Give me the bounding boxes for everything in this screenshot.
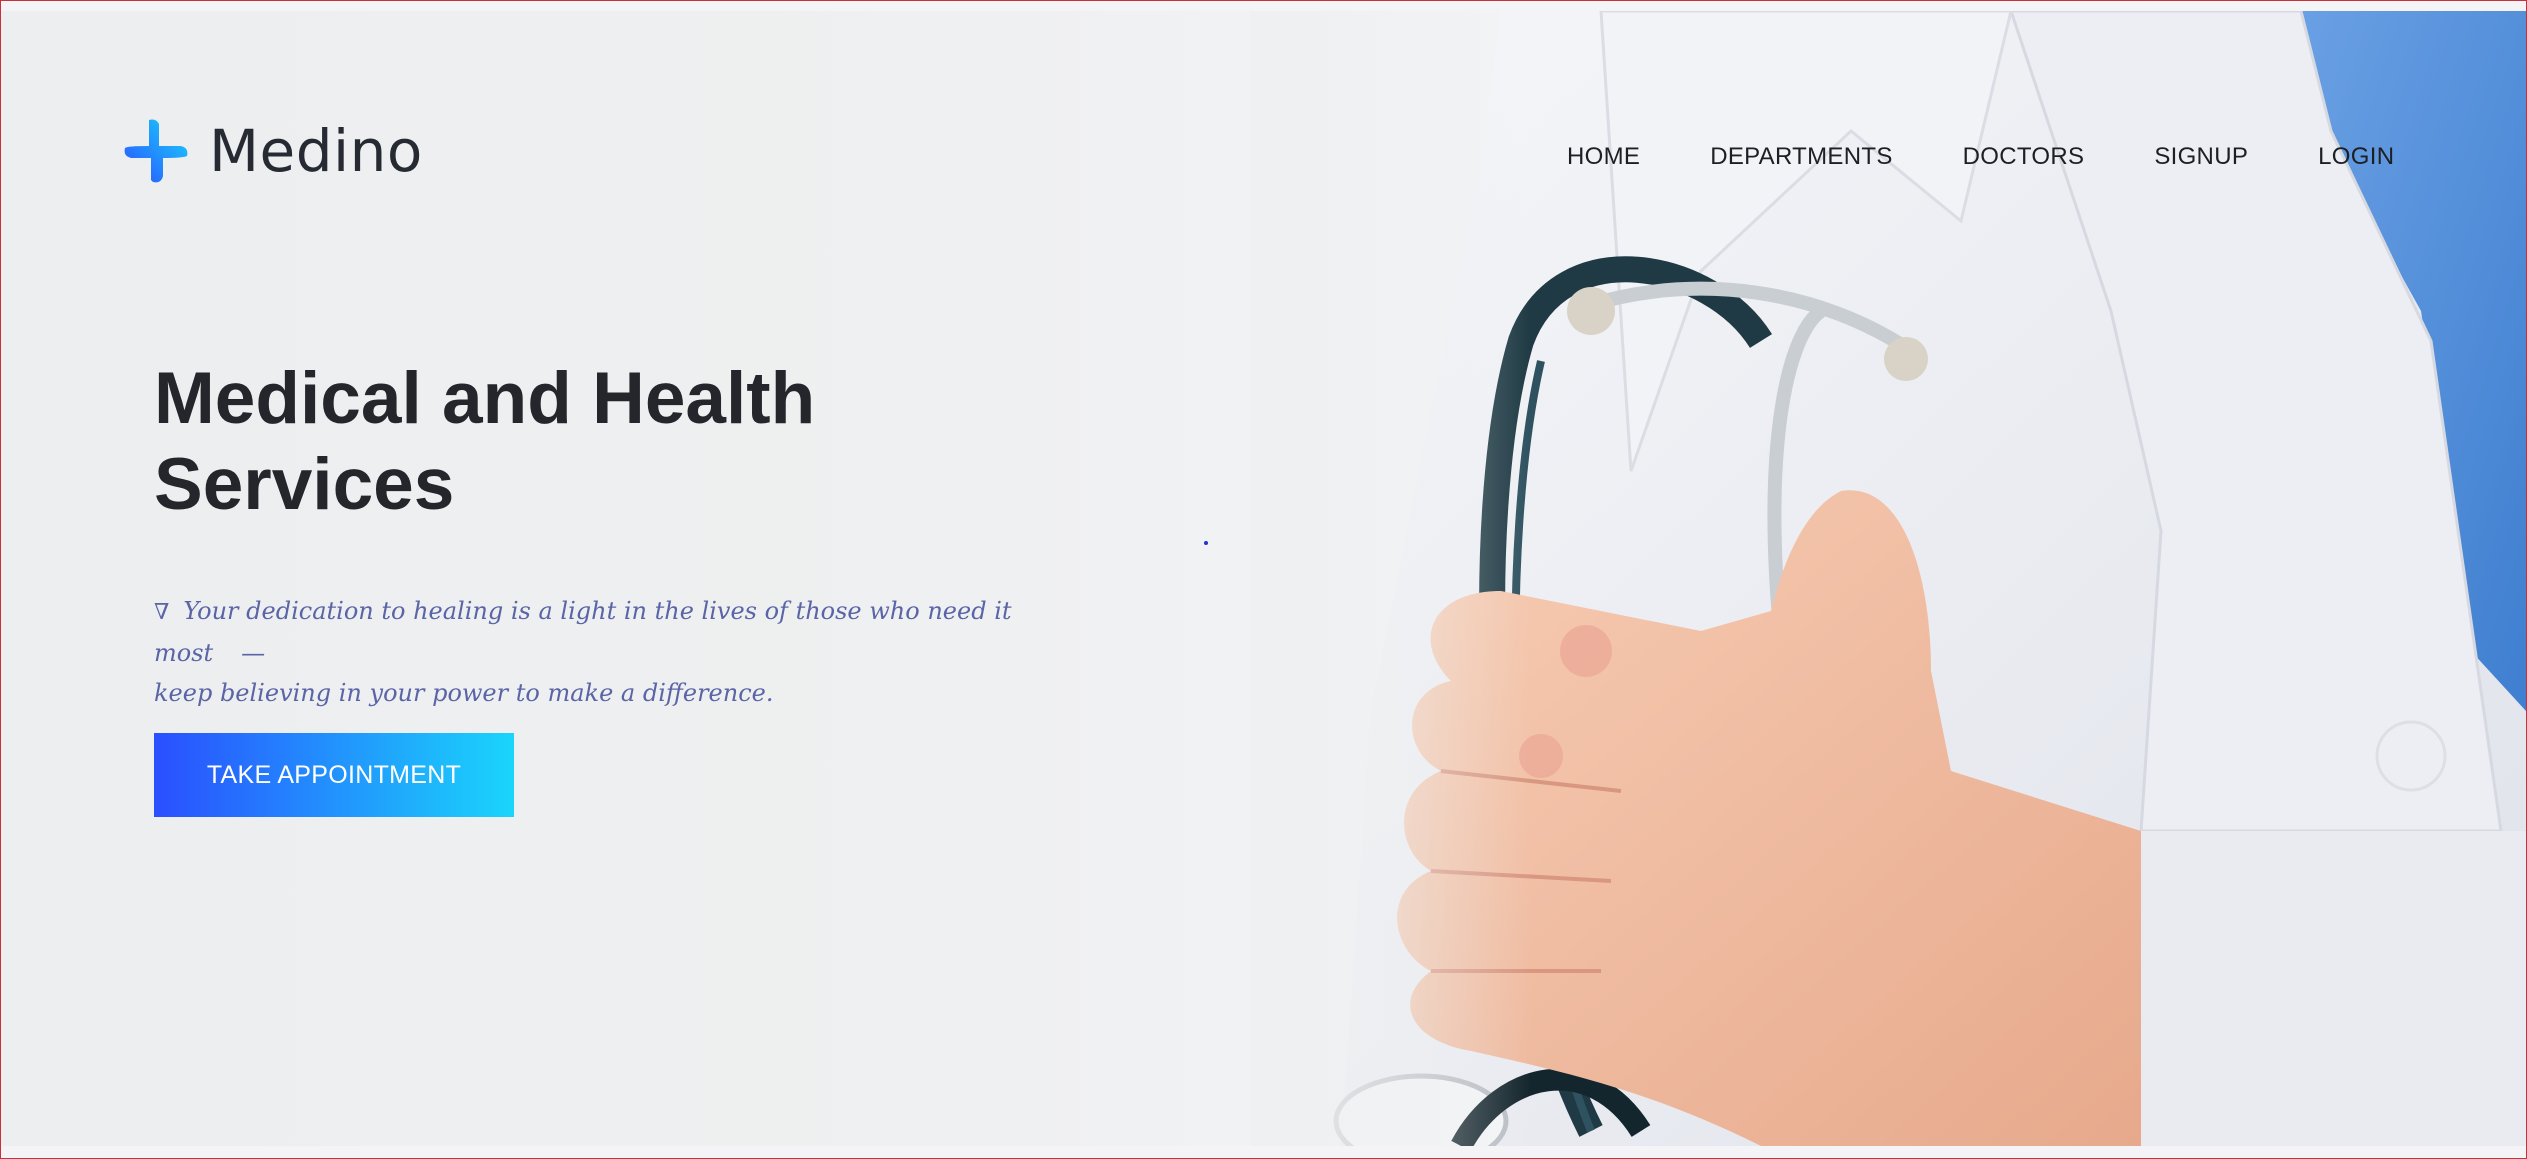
medical-cross-icon bbox=[123, 118, 189, 184]
hero-quote: ∇ Your dedication to healing is a light i… bbox=[154, 591, 1034, 713]
main-nav: HOME DEPARTMENTS DOCTORS SIGNUP LOGIN bbox=[1567, 143, 2394, 171]
hero-title-line1: Medical and Health bbox=[154, 358, 816, 439]
quote-line1: Your dedication to healing is a light in… bbox=[154, 597, 1012, 667]
hero-title-line2: Services bbox=[154, 444, 455, 525]
nav-login[interactable]: LOGIN bbox=[2318, 143, 2394, 171]
brand-name: Medino bbox=[209, 117, 423, 185]
brand-logo[interactable]: Medino bbox=[123, 115, 423, 187]
take-appointment-button[interactable]: TAKE APPOINTMENT bbox=[154, 733, 514, 817]
nav-departments[interactable]: DEPARTMENTS bbox=[1710, 143, 1892, 171]
nav-doctors[interactable]: DOCTORS bbox=[1963, 143, 2085, 171]
decorative-dot bbox=[1204, 541, 1208, 545]
bottom-strip bbox=[1, 1146, 2526, 1158]
top-strip bbox=[1, 1, 2526, 11]
nav-home[interactable]: HOME bbox=[1567, 143, 1640, 171]
nav-signup[interactable]: SIGNUP bbox=[2154, 143, 2248, 171]
quote-dash: — bbox=[241, 639, 266, 667]
quote-line2: keep believing in your power to make a d… bbox=[154, 679, 774, 707]
hero-title: Medical and Health Services bbox=[154, 356, 1054, 528]
hero-section: Medino HOME DEPARTMENTS DOCTORS SIGNUP L… bbox=[1, 11, 2526, 1146]
quote-mark-icon: ∇ bbox=[154, 600, 170, 625]
